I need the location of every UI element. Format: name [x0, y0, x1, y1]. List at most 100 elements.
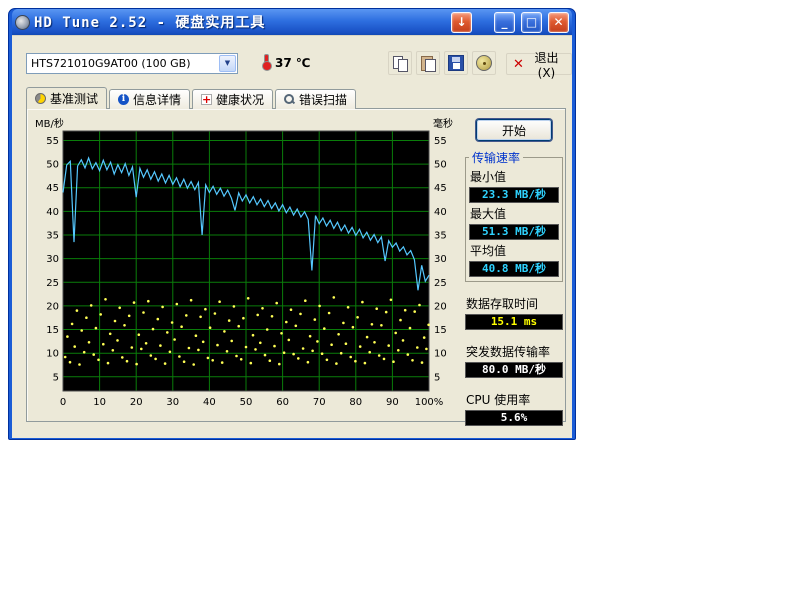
tab-label: 基准测试: [50, 90, 98, 107]
copy-text-button[interactable]: [388, 51, 412, 75]
svg-text:35: 35: [434, 231, 447, 242]
svg-text:55: 55: [434, 136, 447, 147]
svg-text:30: 30: [434, 254, 447, 265]
tab-label: 错误扫描: [299, 91, 347, 108]
cpu-usage-value-box: 5.6%: [465, 410, 563, 426]
tab-bar: 基准测试 信息详情 健康状况 错误扫描: [26, 88, 358, 110]
info-icon: [118, 94, 129, 105]
close-button[interactable]: ✕: [548, 12, 569, 33]
transfer-rate-group: 传输速率 最小值 23.3 MB/秒 最大值 51.3 MB/秒 平均值 40.…: [465, 157, 563, 282]
clipboard-icon: [420, 55, 436, 71]
options-button[interactable]: [472, 51, 496, 75]
svg-text:30: 30: [46, 254, 59, 265]
burst-rate-section: 突发数据传输率 80.0 MB/秒: [465, 343, 563, 378]
svg-text:毫秒: 毫秒: [433, 117, 453, 130]
svg-text:20: 20: [46, 301, 59, 312]
svg-text:20: 20: [130, 397, 143, 408]
max-label: 最大值: [470, 205, 558, 222]
svg-text:90: 90: [386, 397, 399, 408]
chevron-down-icon: ▼: [219, 55, 236, 72]
svg-text:25: 25: [434, 278, 447, 289]
tab-benchmark[interactable]: 基准测试: [26, 87, 107, 109]
start-button[interactable]: 开始: [476, 119, 552, 141]
svg-text:45: 45: [46, 183, 59, 194]
transfer-rate-caption: 传输速率: [469, 149, 523, 166]
thermometer-icon: [262, 54, 270, 71]
svg-text:50: 50: [434, 160, 447, 171]
tab-health[interactable]: 健康状况: [192, 89, 273, 109]
access-time-section: 数据存取时间 15.1 ms: [465, 295, 563, 330]
avg-value-box: 40.8 MB/秒: [469, 261, 559, 277]
svg-text:50: 50: [240, 397, 253, 408]
exit-label: 退出(X): [528, 49, 565, 80]
download-icon: ↓: [456, 15, 466, 29]
svg-text:40: 40: [434, 207, 447, 218]
svg-text:60: 60: [276, 397, 289, 408]
cpu-usage-section: CPU 使用率 5.6%: [465, 391, 563, 426]
benchmark-chart-area: 5555505045454040353530302525202015151010…: [33, 117, 463, 413]
burst-rate-value-box: 80.0 MB/秒: [465, 362, 563, 378]
magnifier-icon: [284, 94, 295, 105]
svg-text:40: 40: [46, 207, 59, 218]
svg-text:20: 20: [434, 301, 447, 312]
update-download-button[interactable]: ↓: [451, 12, 472, 33]
tab-error-scan[interactable]: 错误扫描: [275, 89, 356, 109]
svg-text:5: 5: [53, 372, 59, 383]
options-icon: [476, 55, 492, 71]
svg-text:10: 10: [46, 349, 59, 360]
results-column: 开始 传输速率 最小值 23.3 MB/秒 最大值 51.3 MB/秒 平均值 …: [465, 117, 563, 426]
svg-text:100%: 100%: [415, 397, 444, 408]
temperature-value: 37 ℃: [275, 56, 310, 70]
access-time-label: 数据存取时间: [466, 295, 562, 312]
benchmark-chart: 5555505045454040353530302525202015151010…: [33, 117, 463, 413]
window-title: HD Tune 2.52 - 硬盘实用工具: [34, 12, 445, 32]
minimize-button[interactable]: _: [494, 12, 515, 33]
min-label: 最小值: [470, 168, 558, 185]
svg-text:45: 45: [434, 183, 447, 194]
svg-text:80: 80: [349, 397, 362, 408]
avg-label: 平均值: [470, 242, 558, 259]
health-cross-icon: [201, 94, 212, 105]
svg-text:30: 30: [166, 397, 179, 408]
hdtune-window: HD Tune 2.52 - 硬盘实用工具 ↓ _ □ ✕ HTS721010G…: [8, 8, 576, 440]
svg-text:40: 40: [203, 397, 216, 408]
svg-text:MB/秒: MB/秒: [35, 117, 64, 130]
svg-text:55: 55: [46, 136, 59, 147]
drive-select[interactable]: HTS721010G9AT00 (100 GB) ▼: [26, 53, 238, 74]
copy-icon: [392, 55, 408, 71]
tab-label: 信息详情: [133, 91, 181, 108]
access-time-value-box: 15.1 ms: [465, 314, 563, 330]
svg-text:50: 50: [46, 160, 59, 171]
exit-button[interactable]: ✕ 退出(X): [506, 53, 572, 75]
svg-text:35: 35: [46, 231, 59, 242]
cpu-usage-label: CPU 使用率: [466, 391, 562, 408]
burst-rate-label: 突发数据传输率: [466, 343, 562, 360]
client-area: HTS721010G9AT00 (100 GB) ▼ 37 ℃ ✕ 退出(X): [12, 35, 572, 438]
svg-text:70: 70: [313, 397, 326, 408]
max-value-box: 51.3 MB/秒: [469, 224, 559, 240]
exit-x-icon: ✕: [513, 57, 524, 72]
titlebar[interactable]: HD Tune 2.52 - 硬盘实用工具 ↓ _ □ ✕: [12, 9, 572, 35]
tab-label: 健康状况: [216, 91, 264, 108]
svg-text:0: 0: [60, 397, 66, 408]
maximize-button[interactable]: □: [521, 12, 542, 33]
toolbar-icons: [388, 51, 496, 75]
svg-text:5: 5: [434, 372, 440, 383]
tab-info[interactable]: 信息详情: [109, 89, 190, 109]
temperature-indicator: 37 ℃: [262, 54, 310, 71]
app-icon: [15, 15, 30, 30]
save-icon: [448, 55, 464, 71]
svg-text:25: 25: [46, 278, 59, 289]
svg-text:10: 10: [93, 397, 106, 408]
maximize-icon: □: [526, 15, 537, 29]
minimize-icon: _: [502, 15, 508, 29]
copy-image-button[interactable]: [416, 51, 440, 75]
svg-text:15: 15: [434, 325, 447, 336]
close-icon: ✕: [553, 15, 563, 29]
save-screenshot-button[interactable]: [444, 51, 468, 75]
min-value-box: 23.3 MB/秒: [469, 187, 559, 203]
benchmark-panel: 5555505045454040353530302525202015151010…: [26, 108, 566, 422]
svg-text:10: 10: [434, 349, 447, 360]
benchmark-gauge-icon: [35, 93, 46, 104]
svg-text:15: 15: [46, 325, 59, 336]
